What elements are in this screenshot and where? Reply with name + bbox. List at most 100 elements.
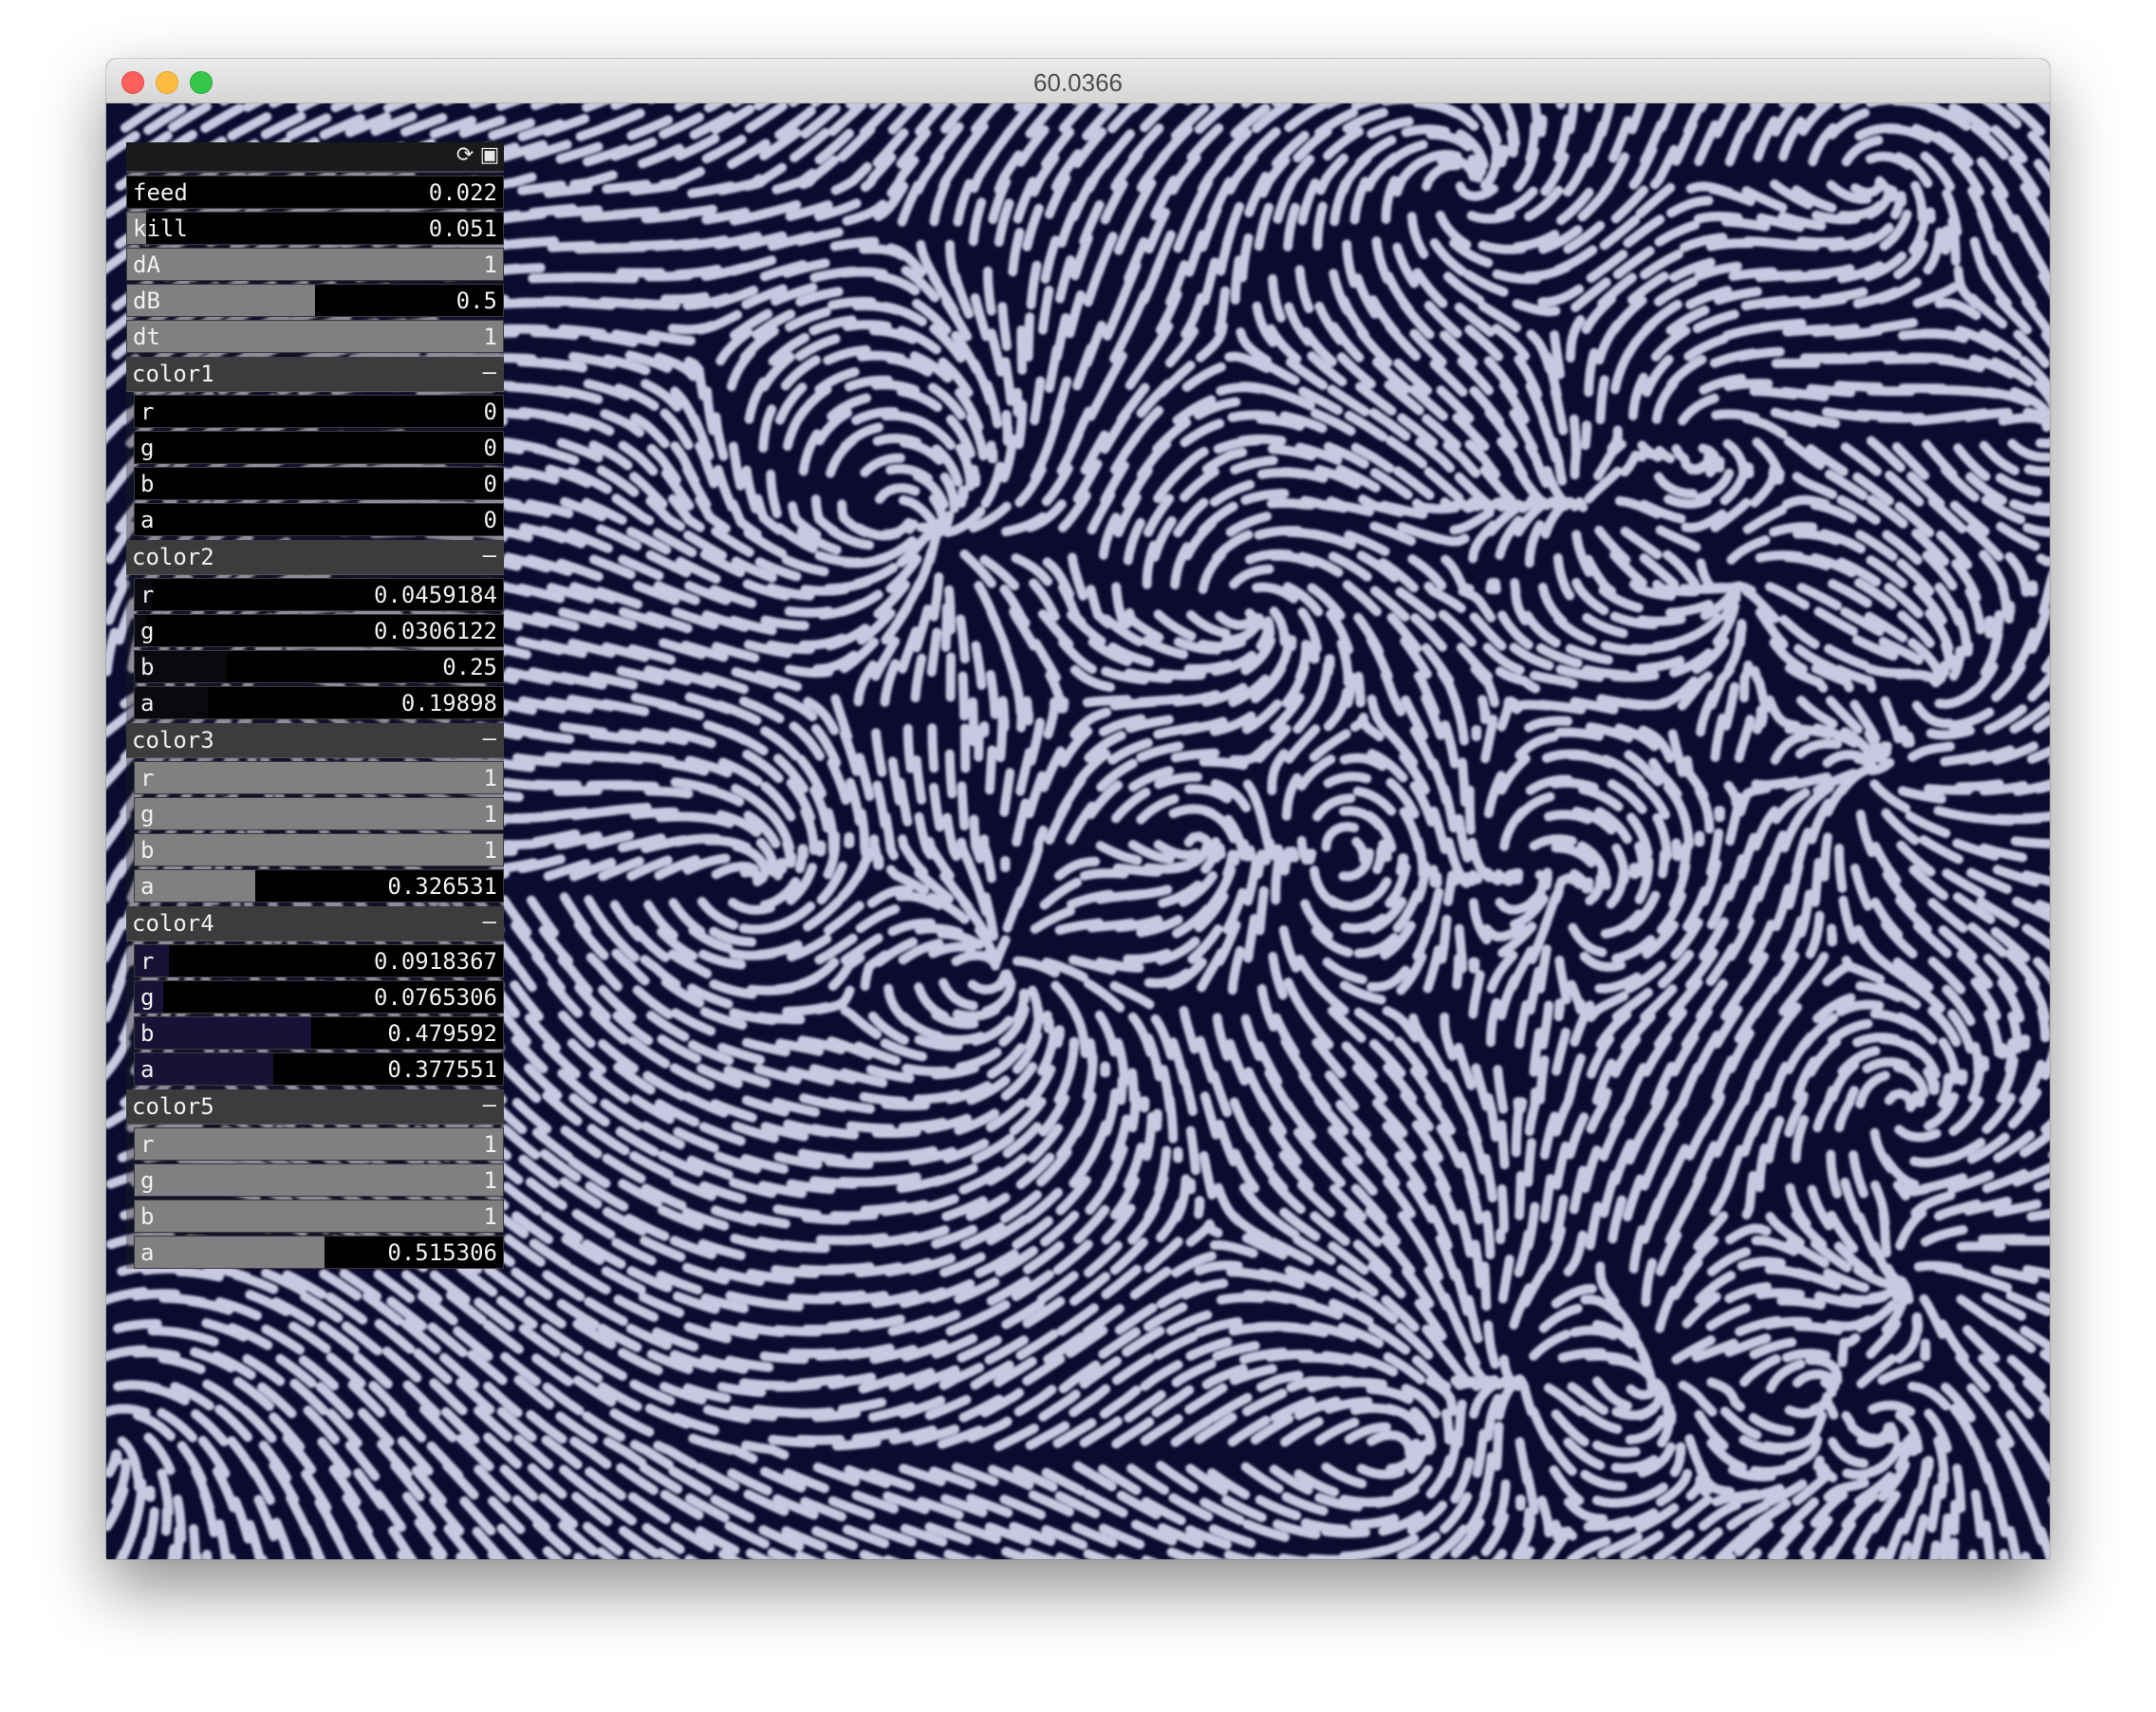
group-label: color4 bbox=[132, 910, 214, 937]
slider-color4-g[interactable]: g 0.0765306 bbox=[134, 980, 504, 1014]
slider-color5-g[interactable]: g1 bbox=[134, 1163, 504, 1197]
slider-fill bbox=[135, 798, 503, 829]
slider-color5-b[interactable]: b1 bbox=[134, 1200, 504, 1233]
slider-value: 0 bbox=[483, 399, 497, 425]
slider-value: 0.515306 bbox=[387, 1239, 497, 1266]
slider-value: 1 bbox=[483, 801, 497, 828]
slider-label: a bbox=[140, 690, 155, 716]
reload-icon[interactable]: ⟳ bbox=[455, 145, 475, 166]
slider-value: 0.0765306 bbox=[373, 984, 497, 1011]
slider-kill[interactable]: kill 0.051 bbox=[126, 212, 504, 245]
slider-value: 1 bbox=[483, 837, 497, 864]
group-label: color2 bbox=[132, 544, 214, 570]
slider-value: 0.0306122 bbox=[373, 618, 497, 644]
slider-value: 0.326531 bbox=[387, 873, 497, 900]
slider-label: b bbox=[140, 654, 155, 680]
slider-value: 0.0918367 bbox=[373, 948, 497, 975]
slider-label: a bbox=[140, 873, 155, 900]
slider-value: 1 bbox=[483, 251, 497, 278]
slider-value: 0.051 bbox=[428, 215, 497, 242]
slider-value: 0.0459184 bbox=[373, 582, 497, 608]
panel-header[interactable]: ⟳ ▣ bbox=[126, 142, 504, 173]
slider-fill bbox=[135, 1128, 503, 1160]
slider-label: r bbox=[140, 1131, 155, 1158]
slider-color2-r[interactable]: r 0.0459184 bbox=[134, 578, 504, 611]
slider-color1-g[interactable]: g0 bbox=[134, 431, 504, 464]
slider-fill bbox=[135, 1017, 312, 1049]
title-bar[interactable]: 60.0366 bbox=[106, 59, 2050, 103]
collapse-button[interactable]: – bbox=[483, 725, 496, 752]
slider-dt[interactable]: dt 1 bbox=[126, 320, 504, 353]
slider-color3-g[interactable]: g1 bbox=[134, 797, 504, 830]
slider-color4-a[interactable]: a 0.377551 bbox=[134, 1052, 504, 1086]
collapse-button[interactable]: – bbox=[483, 908, 496, 935]
window-title: 60.0366 bbox=[1033, 68, 1123, 97]
slider-color2-b[interactable]: b 0.25 bbox=[134, 650, 504, 683]
slider-color3-b[interactable]: b1 bbox=[134, 833, 504, 866]
slider-label: r bbox=[140, 399, 155, 425]
slider-value: 1 bbox=[483, 1167, 497, 1194]
slider-label: dA bbox=[133, 251, 160, 278]
slider-label: g bbox=[140, 1167, 155, 1194]
slider-color2-a[interactable]: a 0.19898 bbox=[134, 686, 504, 719]
slider-value: 0.022 bbox=[428, 179, 497, 206]
group-label: color5 bbox=[132, 1093, 214, 1120]
slider-label: b bbox=[140, 1203, 155, 1230]
slider-color5-r[interactable]: r1 bbox=[134, 1127, 504, 1161]
slider-value: 1 bbox=[483, 1203, 497, 1230]
slider-label: g bbox=[140, 801, 155, 828]
slider-color3-r[interactable]: r1 bbox=[134, 761, 504, 794]
group-color1[interactable]: color1 – bbox=[126, 357, 504, 392]
group-label: color1 bbox=[132, 361, 214, 387]
slider-label: feed bbox=[133, 179, 188, 206]
slider-color4-b[interactable]: b 0.479592 bbox=[134, 1016, 504, 1050]
slider-color3-a[interactable]: a 0.326531 bbox=[134, 869, 504, 903]
slider-label: a bbox=[140, 507, 155, 533]
slider-value: 0.19898 bbox=[400, 690, 497, 716]
collapse-button[interactable]: – bbox=[483, 1091, 496, 1118]
slider-fill bbox=[135, 1237, 325, 1268]
slider-fill bbox=[135, 834, 503, 865]
slider-fill bbox=[127, 321, 503, 352]
slider-label: kill bbox=[133, 215, 188, 242]
slider-fill bbox=[135, 1200, 503, 1232]
slider-value: 1 bbox=[483, 324, 497, 350]
group-color5[interactable]: color5 – bbox=[126, 1089, 504, 1125]
slider-dA[interactable]: dA 1 bbox=[126, 248, 504, 281]
slider-label: b bbox=[140, 1020, 155, 1047]
group-color4[interactable]: color4 – bbox=[126, 906, 504, 941]
slider-value: 0.25 bbox=[442, 654, 497, 680]
collapse-button[interactable]: – bbox=[483, 542, 496, 568]
group-color3[interactable]: color3 – bbox=[126, 723, 504, 758]
slider-color5-a[interactable]: a 0.515306 bbox=[134, 1236, 504, 1269]
slider-value: 1 bbox=[483, 765, 497, 791]
slider-label: dB bbox=[133, 288, 160, 314]
slider-fill bbox=[135, 762, 503, 793]
slider-value: 0 bbox=[483, 435, 497, 461]
slider-value: 0 bbox=[483, 471, 497, 497]
slider-label: r bbox=[140, 765, 155, 791]
slider-color1-r[interactable]: r0 bbox=[134, 395, 504, 428]
slider-color4-r[interactable]: r 0.0918367 bbox=[134, 944, 504, 977]
slider-label: dt bbox=[133, 324, 160, 350]
gui-panel: ⟳ ▣ feed 0.022 kill 0.051 dA 1 dB 0.5 dt 1 color1… bbox=[126, 142, 504, 1269]
slider-label: b bbox=[140, 471, 155, 497]
slider-label: g bbox=[140, 618, 155, 644]
slider-color1-b[interactable]: b0 bbox=[134, 467, 504, 500]
save-icon[interactable]: ▣ bbox=[479, 145, 500, 166]
group-color2[interactable]: color2 – bbox=[126, 540, 504, 575]
slider-label: b bbox=[140, 837, 155, 864]
slider-label: g bbox=[140, 435, 155, 461]
slider-color2-g[interactable]: g 0.0306122 bbox=[134, 614, 504, 647]
slider-label: r bbox=[140, 948, 155, 975]
collapse-button[interactable]: – bbox=[483, 359, 496, 385]
group-label: color3 bbox=[132, 727, 214, 754]
slider-label: a bbox=[140, 1056, 155, 1083]
slider-value: 1 bbox=[483, 1131, 497, 1158]
slider-fill bbox=[135, 1053, 274, 1085]
slider-label: r bbox=[140, 582, 155, 608]
slider-value: 0 bbox=[483, 507, 497, 533]
slider-feed[interactable]: feed 0.022 bbox=[126, 176, 504, 209]
slider-dB[interactable]: dB 0.5 bbox=[126, 284, 504, 317]
slider-color1-a[interactable]: a0 bbox=[134, 503, 504, 536]
